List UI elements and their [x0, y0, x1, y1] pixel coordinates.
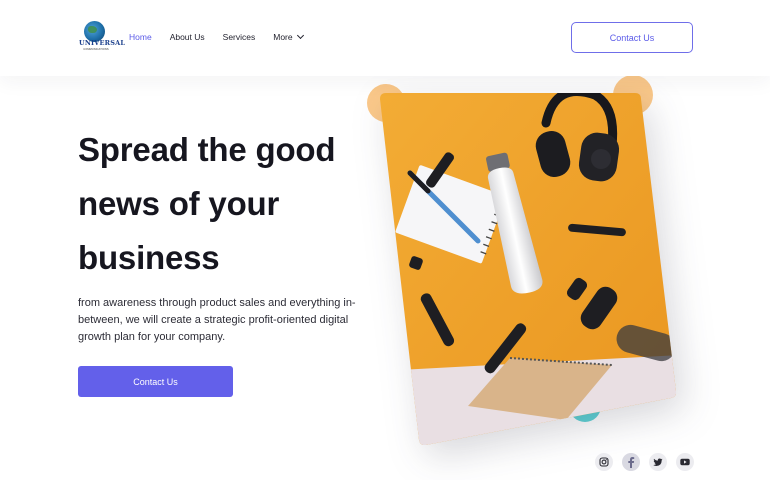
nav-item-more-label: More	[273, 32, 293, 42]
nav-item-more[interactable]: More	[273, 31, 304, 43]
chevron-down-icon	[296, 31, 304, 40]
logo-wordmark: UNIVERSAL	[79, 39, 126, 47]
site-header: UNIVERSAL COMMUNICATIONS Home About Us S…	[0, 0, 770, 76]
hero-image	[380, 93, 676, 445]
hero-contact-button[interactable]: Contact Us	[78, 366, 233, 397]
logo-subtitle: COMMUNICATIONS	[83, 48, 109, 51]
youtube-icon[interactable]	[676, 453, 694, 471]
brand-logo[interactable]: UNIVERSAL COMMUNICATIONS	[79, 19, 126, 55]
instagram-icon[interactable]	[595, 453, 613, 471]
main-nav: Home About Us Services More	[129, 31, 321, 43]
facebook-icon[interactable]	[622, 453, 640, 471]
hero-description: from awareness through product sales and…	[78, 297, 356, 343]
nav-item-about-us[interactable]: About Us	[170, 32, 205, 43]
nav-item-home[interactable]: Home	[129, 32, 152, 43]
hero-title: Spread the good news of your business	[78, 131, 336, 276]
social-links	[595, 453, 694, 471]
twitter-icon[interactable]	[649, 453, 667, 471]
nav-item-services[interactable]: Services	[223, 32, 256, 43]
header-contact-button[interactable]: Contact Us	[571, 22, 693, 53]
